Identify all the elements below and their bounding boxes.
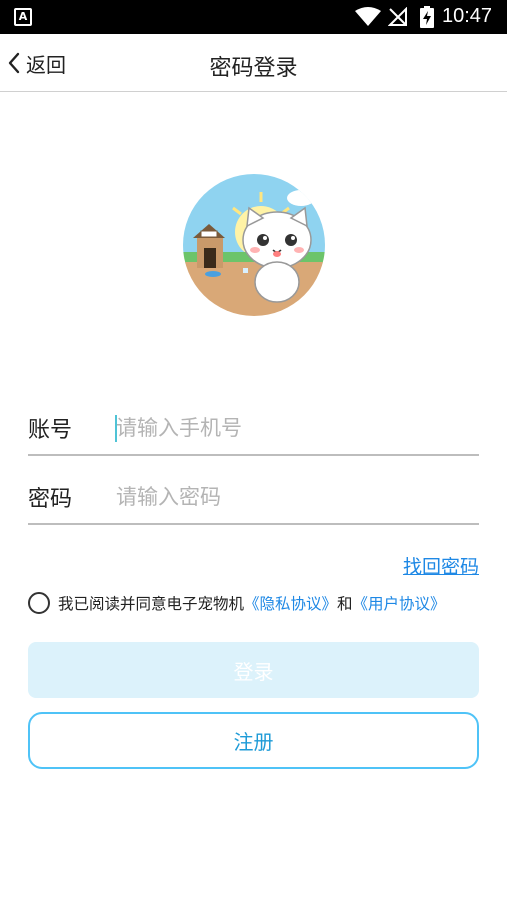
- user-agreement-link[interactable]: 《用户协议》: [353, 592, 446, 614]
- account-label: 账号: [28, 418, 73, 443]
- login-button[interactable]: 登录: [28, 642, 479, 698]
- agreement-text: 我已阅读并同意电子宠物机: [58, 595, 245, 613]
- status-bar: A 10:47: [0, 0, 507, 34]
- agreement-and-text: 和: [337, 595, 353, 613]
- pet-avatar: [183, 174, 325, 316]
- forgot-password-link[interactable]: 找回密码: [403, 552, 479, 579]
- page-title: 密码登录: [209, 56, 298, 81]
- password-label: 密码: [28, 487, 73, 512]
- battery-charging-icon: [420, 6, 434, 28]
- privacy-policy-link[interactable]: 《隐私协议》: [244, 592, 337, 614]
- status-time: 10:47: [442, 5, 493, 27]
- signal-off-icon: [388, 7, 407, 26]
- wifi-icon: [355, 7, 381, 26]
- agreement-checkbox[interactable]: [28, 592, 50, 614]
- agreement-row: 我已阅读并同意电子宠物机 《隐私协议》 和 《用户协议》: [28, 590, 446, 616]
- password-input[interactable]: [116, 485, 456, 509]
- password-field-row: 密码: [28, 471, 479, 525]
- account-field-row: 账号: [28, 402, 479, 456]
- register-button[interactable]: 注册: [28, 712, 479, 769]
- header: 返回 密码登录: [0, 34, 507, 92]
- phone-input[interactable]: [116, 416, 456, 440]
- app-notification-icon: A: [14, 8, 32, 26]
- text-caret: [115, 415, 117, 442]
